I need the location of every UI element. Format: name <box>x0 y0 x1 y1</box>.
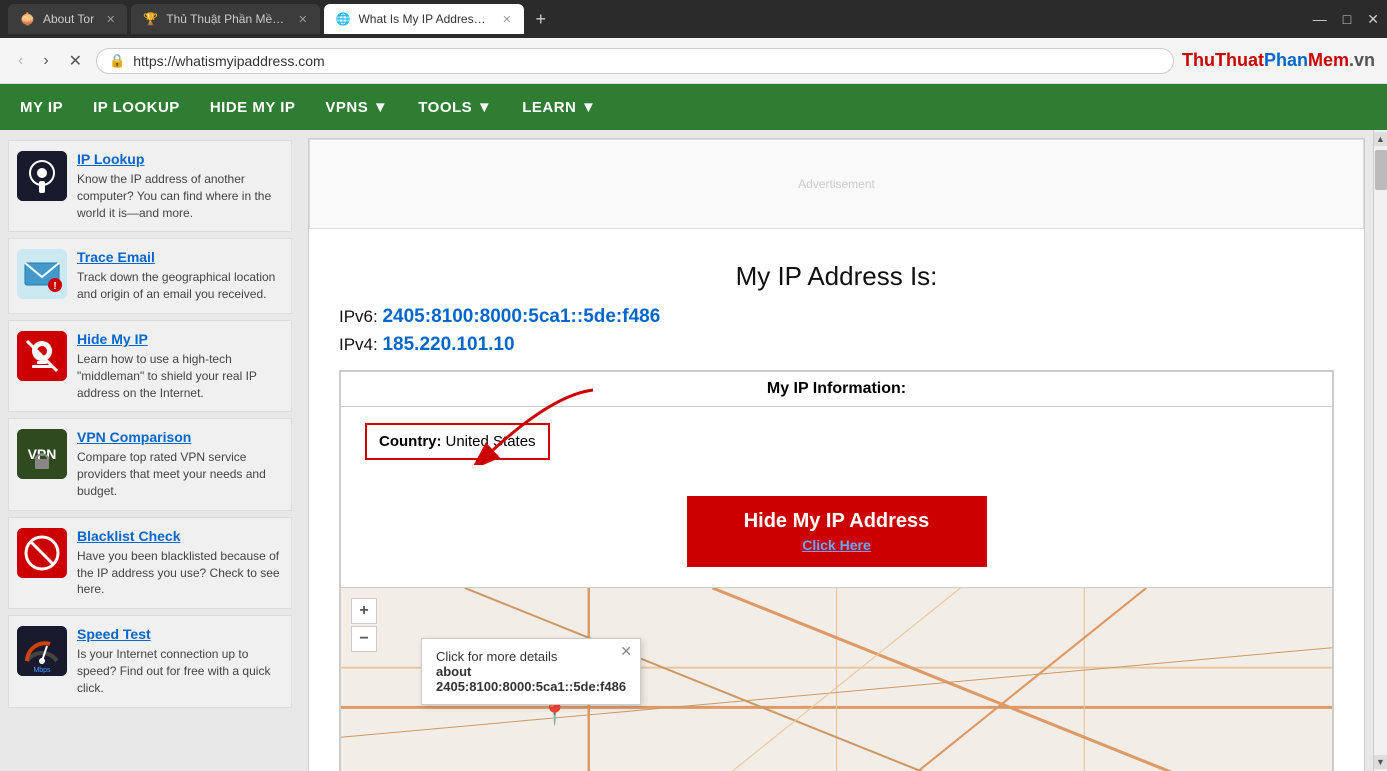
ip-info-box: My IP Information: Country: United State… <box>339 370 1334 771</box>
sidebar-desc-speed-test: Is your Internet connection up to speed?… <box>77 646 283 696</box>
map-tooltip: ✕ Click for more details about 2405:8100… <box>421 638 641 705</box>
nav-tools[interactable]: TOOLS ▼ <box>418 99 492 116</box>
nav-my-ip[interactable]: MY IP <box>20 99 63 116</box>
tab-label-3: What Is My IP Address - See Yo... <box>358 12 490 26</box>
sidebar-text-hide-my-ip: Hide My IP Learn how to use a high-tech … <box>77 331 283 401</box>
svg-text:Mbps: Mbps <box>33 667 51 674</box>
nav-vpns[interactable]: VPNS ▼ <box>325 99 388 116</box>
new-tab-button[interactable]: + <box>528 4 555 34</box>
sidebar-title-trace-email[interactable]: Trace Email <box>77 249 283 265</box>
sidebar-desc-ip-lookup: Know the IP address of another computer?… <box>77 171 283 221</box>
tab-whatismyip[interactable]: 🌐 What Is My IP Address - See Yo... ✕ <box>324 4 524 34</box>
sidebar-title-blacklist[interactable]: Blacklist Check <box>77 528 283 544</box>
sidebar-item-speed-test: Mbps Speed Test Is your Internet connect… <box>8 615 292 707</box>
tab-favicon-3: 🌐 <box>336 12 351 26</box>
ad-placeholder: Advertisement <box>798 177 875 191</box>
address-bar: ‹ › ✕ 🔒 https://whatismyipaddress.com Th… <box>0 38 1387 84</box>
hide-ip-section: Hide My IP Address Click Here <box>341 476 1332 587</box>
sidebar-desc-blacklist: Have you been blacklisted because of the… <box>77 548 283 598</box>
url-bar[interactable]: 🔒 https://whatismyipaddress.com <box>96 48 1174 74</box>
scrollbar-thumb[interactable] <box>1375 150 1387 190</box>
content-area: Advertisement My IP Address Is: IPv6: 24… <box>300 130 1373 771</box>
sidebar-title-speed-test[interactable]: Speed Test <box>77 626 283 642</box>
sidebar-text-speed-test: Speed Test Is your Internet connection u… <box>77 626 283 696</box>
ipv6-label: IPv6: <box>339 307 378 326</box>
sidebar-desc-hide-my-ip: Learn how to use a high-tech "middleman"… <box>77 351 283 401</box>
sidebar-icon-ip-lookup <box>17 151 67 201</box>
ip-section: My IP Address Is: IPv6: 2405:8100:8000:5… <box>309 245 1364 771</box>
page-title: My IP Address Is: <box>339 261 1334 292</box>
ipv4-row: IPv4: 185.220.101.10 <box>339 334 1334 356</box>
nav-hide-my-ip[interactable]: HIDE MY IP <box>210 99 296 116</box>
forward-button[interactable]: › <box>37 48 54 74</box>
sidebar-item-trace-email: ! Trace Email Track down the geographica… <box>8 238 292 314</box>
refresh-button[interactable]: ✕ <box>63 47 88 75</box>
sidebar-icon-trace-email: ! <box>17 249 67 299</box>
svg-text:!: ! <box>53 281 56 292</box>
tab-label-1: About Tor <box>43 12 94 26</box>
tab-thuthuat[interactable]: 🏆 Thủ Thuật Phần Mềm, Máy Tính... ✕ <box>131 4 319 34</box>
map-zoom-controls: + − <box>351 598 377 652</box>
sidebar-text-trace-email: Trace Email Track down the geographical … <box>77 249 283 303</box>
ipv6-row: IPv6: 2405:8100:8000:5ca1::5de:f486 <box>339 306 1334 328</box>
tab-favicon-2: 🏆 <box>143 12 158 26</box>
minimize-button[interactable]: — <box>1313 11 1327 27</box>
arrow-indicator <box>433 385 613 465</box>
nav-learn[interactable]: LEARN ▼ <box>522 99 596 116</box>
ipv4-value[interactable]: 185.220.101.10 <box>382 334 514 355</box>
sidebar-icon-vpn: VPN <box>17 429 67 479</box>
main-layout: IP Lookup Know the IP address of another… <box>0 130 1387 771</box>
back-button[interactable]: ‹ <box>12 48 29 74</box>
sidebar-item-ip-lookup: IP Lookup Know the IP address of another… <box>8 140 292 232</box>
site-navbar: MY IP IP LOOKUP HIDE MY IP VPNS ▼ TOOLS … <box>0 84 1387 130</box>
sidebar-icon-blacklist <box>17 528 67 578</box>
lock-icon: 🔒 <box>109 53 125 69</box>
sidebar-text-ip-lookup: IP Lookup Know the IP address of another… <box>77 151 283 221</box>
sidebar-title-vpn[interactable]: VPN Comparison <box>77 429 283 445</box>
tab-favicon-1: 🧅 <box>20 12 35 26</box>
ad-banner: Advertisement <box>309 139 1364 229</box>
browser-titlebar: 🧅 About Tor ✕ 🏆 Thủ Thuật Phần Mềm, Máy … <box>0 0 1387 38</box>
tab-about-tor[interactable]: 🧅 About Tor ✕ <box>8 4 127 34</box>
close-button[interactable]: ✕ <box>1367 11 1379 28</box>
sidebar-item-vpn: VPN VPN Comparison Compare top rated VPN… <box>8 418 292 510</box>
window-controls: — □ ✕ <box>1313 11 1379 28</box>
tab-label-2: Thủ Thuật Phần Mềm, Máy Tính... <box>166 12 286 26</box>
sidebar-text-blacklist: Blacklist Check Have you been blackliste… <box>77 528 283 598</box>
scrollbar-down[interactable]: ▼ <box>1374 755 1387 769</box>
sidebar: IP Lookup Know the IP address of another… <box>0 130 300 771</box>
sidebar-text-vpn: VPN Comparison Compare top rated VPN ser… <box>77 429 283 499</box>
ipv6-value[interactable]: 2405:8100:8000:5ca1::5de:f486 <box>382 306 660 327</box>
sidebar-item-hide-my-ip: Hide My IP Learn how to use a high-tech … <box>8 320 292 412</box>
tab-close-2[interactable]: ✕ <box>298 13 307 26</box>
sidebar-desc-trace-email: Track down the geographical location and… <box>77 269 283 303</box>
map-zoom-out[interactable]: − <box>351 626 377 652</box>
click-here-link[interactable]: Click Here <box>717 537 957 553</box>
tooltip-line1: Click for more details <box>436 649 626 664</box>
tab-close-1[interactable]: ✕ <box>106 13 115 26</box>
tooltip-close[interactable]: ✕ <box>620 643 632 660</box>
hide-ip-button[interactable]: Hide My IP Address Click Here <box>687 496 987 567</box>
sidebar-item-blacklist: Blacklist Check Have you been blackliste… <box>8 517 292 609</box>
nav-ip-lookup[interactable]: IP LOOKUP <box>93 99 180 116</box>
scrollbar-up[interactable]: ▲ <box>1374 132 1387 146</box>
tab-close-3[interactable]: ✕ <box>502 13 511 26</box>
sidebar-title-hide-my-ip[interactable]: Hide My IP <box>77 331 283 347</box>
maximize-button[interactable]: □ <box>1343 11 1351 27</box>
map-zoom-in[interactable]: + <box>351 598 377 624</box>
map-container: + − ✕ Click for more details about 2405:… <box>341 587 1332 771</box>
sidebar-icon-hide-my-ip <box>17 331 67 381</box>
scrollbar: ▲ ▼ <box>1373 130 1387 771</box>
sidebar-icon-speed-test: Mbps <box>17 626 67 676</box>
sidebar-title-ip-lookup[interactable]: IP Lookup <box>77 151 283 167</box>
hide-ip-label: Hide My IP Address <box>744 510 930 532</box>
tooltip-line2: about 2405:8100:8000:5ca1::5de:f486 <box>436 664 626 694</box>
sidebar-desc-vpn: Compare top rated VPN service providers … <box>77 449 283 499</box>
ipv4-label: IPv4: <box>339 335 378 354</box>
brand-logo: ThuThuatPhanMem.vn <box>1182 50 1375 71</box>
url-text: https://whatismyipaddress.com <box>133 53 1161 69</box>
